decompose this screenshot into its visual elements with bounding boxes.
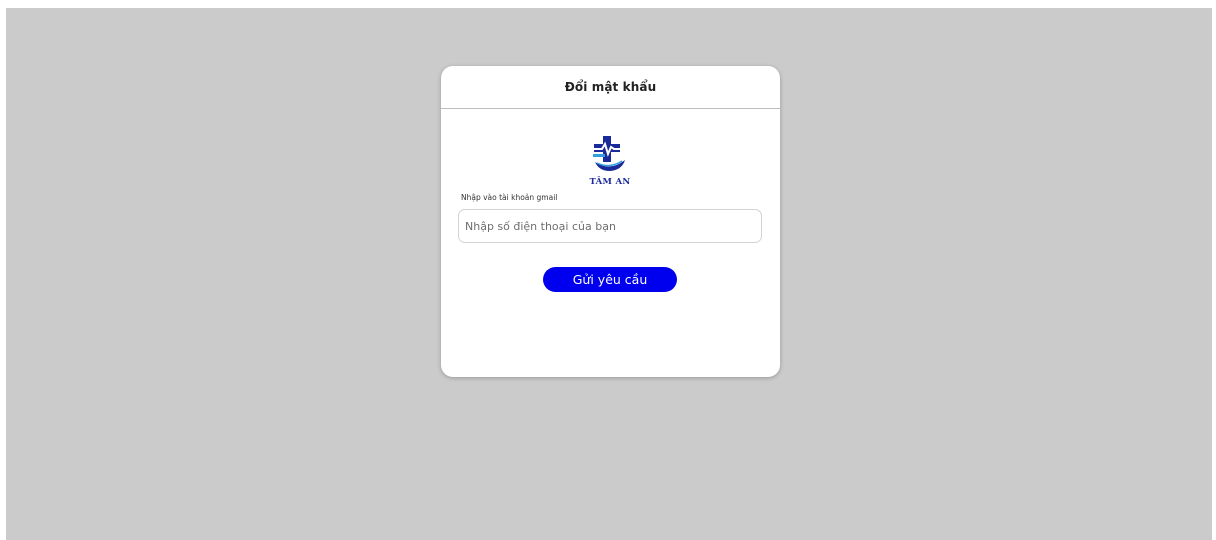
send-request-button[interactable]: Gửi yêu cầu bbox=[543, 267, 677, 292]
dialog-header: Đổi mật khẩu bbox=[441, 66, 780, 109]
brand-name: TÂM AN bbox=[589, 177, 631, 187]
tam-an-logo: TÂM AN bbox=[584, 134, 636, 190]
medical-cross-hand-logo-icon bbox=[592, 136, 625, 171]
change-password-dialog: Đổi mật khẩu TÂM AN Nhập vào tài khoản g… bbox=[441, 66, 780, 377]
email-label: Nhập vào tài khoản gmail bbox=[461, 193, 558, 202]
email-input[interactable] bbox=[458, 209, 762, 243]
dialog-title: Đổi mật khẩu bbox=[564, 80, 657, 94]
